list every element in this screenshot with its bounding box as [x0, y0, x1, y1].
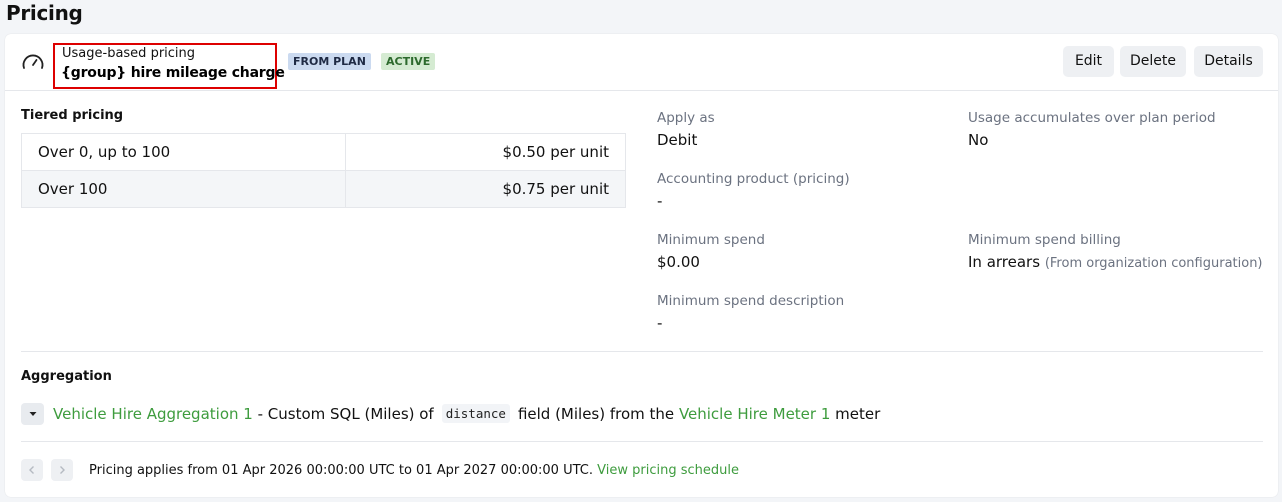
aggregation-text: - Custom SQL (Miles) of [252, 404, 434, 423]
gauge-icon [21, 51, 45, 73]
expand-aggregation-button[interactable] [21, 402, 44, 425]
minimum-spend-description-value: - [657, 314, 663, 332]
edit-button[interactable]: Edit [1063, 46, 1114, 77]
minimum-spend-billing-text: In arrears [968, 253, 1041, 271]
charge-name: {group} hire mileage charge [61, 65, 285, 81]
status-badge: ACTIVE [381, 53, 436, 70]
minimum-spend-label: Minimum spend [657, 232, 765, 248]
delete-button[interactable]: Delete [1120, 46, 1186, 77]
caret-down-icon [29, 411, 36, 416]
aggregation-link[interactable]: Vehicle Hire Aggregation 1 [53, 405, 253, 423]
minimum-spend-billing-value: In arrears (From organization configurat… [968, 253, 1263, 271]
apply-as-label: Apply as [657, 110, 715, 126]
aggregation-text: meter [830, 404, 881, 423]
minimum-spend-billing-label: Minimum spend billing [968, 232, 1121, 248]
charge-type-label: Usage-based pricing [62, 46, 196, 61]
minimum-spend-value: $0.00 [657, 253, 700, 271]
apply-as-value: Debit [657, 131, 698, 149]
usage-accumulates-label: Usage accumulates over plan period [968, 110, 1216, 126]
from-plan-badge: FROM PLAN [288, 53, 371, 70]
aggregation-row: Vehicle Hire Aggregation 1 - Custom SQL … [21, 402, 880, 425]
tier-price: $0.50 per unit [345, 133, 626, 171]
aggregation-heading: Aggregation [21, 369, 112, 384]
tiered-pricing-heading: Tiered pricing [21, 108, 124, 123]
details-button[interactable]: Details [1194, 46, 1263, 77]
tier-range: Over 0, up to 100 [21, 133, 346, 171]
field-code: distance [441, 404, 510, 423]
usage-accumulates-value: No [968, 131, 989, 149]
tier-table: Over 0, up to 100 $0.50 per unit Over 10… [21, 133, 626, 208]
chevron-left-icon [29, 466, 34, 474]
charge-title-highlight: Usage-based pricing {group} hire mileage… [53, 43, 285, 89]
meter-link[interactable]: Vehicle Hire Meter 1 [679, 405, 830, 423]
minimum-spend-description-label: Minimum spend description [657, 293, 845, 309]
pricing-card: Usage-based pricing {group} hire mileage… [5, 34, 1278, 497]
view-pricing-schedule-link[interactable]: View pricing schedule [597, 463, 739, 478]
accounting-product-label: Accounting product (pricing) [657, 171, 850, 187]
chevron-right-icon [60, 466, 65, 474]
table-row: Over 100 $0.75 per unit [21, 170, 626, 208]
tier-range: Over 100 [21, 170, 346, 208]
accounting-product-value: - [657, 192, 663, 210]
table-row: Over 0, up to 100 $0.50 per unit [21, 133, 626, 171]
pricing-schedule-footer: Pricing applies from 01 Apr 2026 00:00:0… [21, 458, 739, 482]
page-title: Pricing [6, 1, 83, 25]
divider [21, 351, 1263, 352]
previous-period-button[interactable] [21, 459, 43, 481]
minimum-spend-billing-note: (From organization configuration) [1044, 256, 1263, 271]
tier-price: $0.75 per unit [345, 170, 626, 208]
card-header: Usage-based pricing {group} hire mileage… [5, 34, 1278, 91]
pricing-period-text: Pricing applies from 01 Apr 2026 00:00:0… [89, 462, 598, 478]
next-period-button[interactable] [51, 459, 73, 481]
aggregation-text: field (Miles) from the [517, 404, 679, 423]
divider [21, 441, 1263, 442]
